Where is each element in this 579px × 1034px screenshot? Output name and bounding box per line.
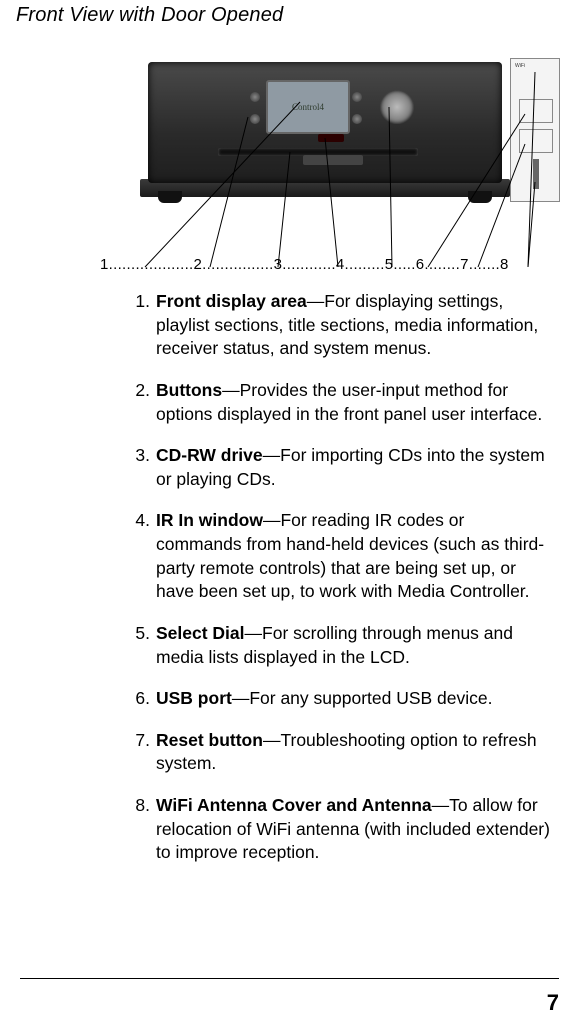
list-item: 2. Buttons—Provides the user-input metho…: [120, 379, 550, 426]
device-badge: [303, 155, 363, 165]
callout-number-ruler: 1...................2................3..…: [100, 256, 560, 273]
reset-button-slot: [519, 129, 553, 153]
device-foot-left: [158, 191, 182, 203]
wifi-antenna-pin: [533, 159, 539, 189]
list-item-term: Front display area: [156, 291, 307, 311]
list-item-term: WiFi Antenna Cover and Antenna: [156, 795, 432, 815]
list-item-number: 5.: [120, 622, 156, 669]
list-item-term: IR In window: [156, 510, 263, 530]
list-item-term: Reset button: [156, 730, 263, 750]
list-item-term: Buttons: [156, 380, 222, 400]
list-item: 3. CD-RW drive—For importing CDs into th…: [120, 444, 550, 491]
device-chassis: Control4: [148, 62, 502, 183]
list-item: 7. Reset button—Troubleshooting option t…: [120, 729, 550, 776]
list-item: 6. USB port—For any supported USB device…: [120, 687, 550, 711]
page-title: Front View with Door Opened: [16, 4, 283, 27]
front-button-2: [250, 114, 260, 124]
list-item-text: CD-RW drive—For importing CDs into the s…: [156, 444, 550, 491]
select-dial: [380, 90, 414, 124]
list-item-number: 8.: [120, 794, 156, 865]
list-item-text: Reset button—Troubleshooting option to r…: [156, 729, 550, 776]
list-item-number: 3.: [120, 444, 156, 491]
device-foot-right: [468, 191, 492, 203]
list-item-number: 1.: [120, 290, 156, 361]
door-label: WiFi: [515, 63, 525, 69]
device-body: Control4: [140, 62, 510, 197]
list-item-term: Select Dial: [156, 623, 245, 643]
list-item-number: 7.: [120, 729, 156, 776]
list-item: 5. Select Dial—For scrolling through men…: [120, 622, 550, 669]
list-item: 1. Front display area—For displaying set…: [120, 290, 550, 361]
list-item-number: 4.: [120, 509, 156, 604]
list-item-text: Buttons—Provides the user-input method f…: [156, 379, 550, 426]
ir-in-window: [318, 134, 344, 142]
feature-list: 1. Front display area—For displaying set…: [120, 290, 550, 883]
list-item-text: WiFi Antenna Cover and Antenna—To allow …: [156, 794, 550, 865]
list-item-text: Select Dial—For scrolling through menus …: [156, 622, 550, 669]
list-item-text: Front display area—For displaying settin…: [156, 290, 550, 361]
list-item-text: IR In window—For reading IR codes or com…: [156, 509, 550, 604]
list-item-term: CD-RW drive: [156, 445, 263, 465]
list-item-desc: —For any supported USB device.: [232, 688, 493, 708]
footer-rule: [20, 978, 559, 979]
usb-port-slot: [519, 99, 553, 123]
list-item-number: 2.: [120, 379, 156, 426]
list-item-text: USB port—For any supported USB device.: [156, 687, 550, 711]
list-item: 4. IR In window—For reading IR codes or …: [120, 509, 550, 604]
front-button-1: [250, 92, 260, 102]
page-number: 7: [547, 990, 559, 1016]
device-diagram: Control4 WiFi: [140, 62, 540, 212]
list-item-term: USB port: [156, 688, 232, 708]
open-side-door: WiFi: [510, 58, 560, 202]
list-item-number: 6.: [120, 687, 156, 711]
front-button-4: [352, 114, 362, 124]
list-item: 8. WiFi Antenna Cover and Antenna—To all…: [120, 794, 550, 865]
front-display-area: Control4: [266, 80, 350, 134]
front-button-3: [352, 92, 362, 102]
